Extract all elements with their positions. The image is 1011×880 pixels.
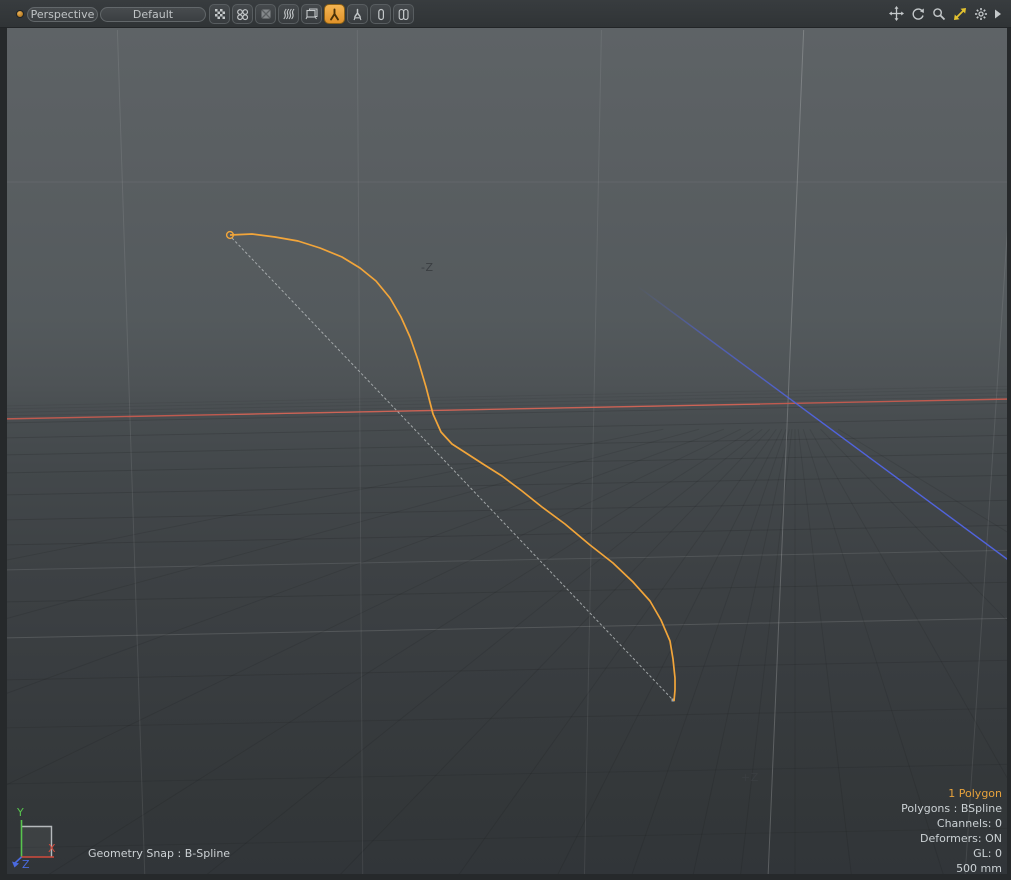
wave-lines-button[interactable]	[278, 4, 299, 24]
viewport-statistics: 1 Polygon Polygons : BSpline Channels: 0…	[901, 786, 1002, 876]
geometry-snap-status: Geometry Snap : B-Spline	[88, 847, 230, 860]
magnifier-icon	[932, 7, 946, 21]
capsule-icon	[375, 8, 387, 21]
status-polygon-type: Polygons : BSpline	[901, 801, 1002, 816]
gear-icon	[974, 7, 988, 21]
skeleton-button-active[interactable]	[324, 4, 345, 24]
settings-button[interactable]	[972, 5, 989, 22]
pan-icon	[889, 6, 904, 21]
gizmo-x-label: X	[48, 842, 56, 855]
viewport-state-dot[interactable]	[16, 10, 24, 18]
zoom-button[interactable]	[930, 5, 947, 22]
more-options-button[interactable]	[993, 5, 1003, 22]
view-mode-button[interactable]: Perspective	[27, 7, 98, 22]
nav-buttons	[888, 5, 1003, 22]
left-border	[0, 28, 7, 880]
outline-rect-icon	[305, 8, 318, 20]
status-channels: Channels: 0	[901, 816, 1002, 831]
status-gl: GL: 0	[901, 846, 1002, 861]
fit-arrows-icon	[953, 7, 967, 21]
orientation-gizmo: Y X Z	[8, 804, 70, 876]
pos-z-axis-label: +Z	[741, 771, 759, 784]
orbit-icon	[911, 7, 925, 21]
gizmo-y-label: Y	[16, 806, 24, 819]
gizmo-z-axis	[15, 857, 22, 863]
scene-drawing	[0, 0, 1011, 880]
four-spheres-icon	[236, 8, 249, 21]
draw-style-buttons	[209, 4, 414, 24]
modo-3d-viewport-window: -Z +Z Y X Z Geometry Snap : B-Spline 1 P…	[0, 0, 1011, 880]
skeleton-stand-icon	[351, 8, 364, 21]
capsule-pair-button[interactable]	[393, 4, 414, 24]
expand-arrow-icon	[994, 9, 1002, 19]
wireframe-rect-button[interactable]	[301, 4, 322, 24]
sphere-grid-button[interactable]	[232, 4, 253, 24]
orbit-button[interactable]	[909, 5, 926, 22]
gizmo-z-label: Z	[22, 858, 30, 871]
solid-fill-button[interactable]	[255, 4, 276, 24]
texture-checker-button[interactable]	[209, 4, 230, 24]
checker-icon	[214, 8, 226, 20]
status-polygon-count: 1 Polygon	[901, 786, 1002, 801]
viewport-toolbar: Perspective Default	[0, 0, 1011, 28]
neg-z-axis-label: -Z	[421, 261, 434, 274]
capsule-pair-icon	[397, 8, 410, 21]
right-border	[1007, 28, 1011, 880]
bottom-border	[0, 874, 1011, 880]
shading-preset-button[interactable]: Default	[100, 7, 206, 22]
solid-square-icon	[260, 8, 272, 20]
skeleton-stand-button[interactable]	[347, 4, 368, 24]
skeleton-icon	[328, 8, 341, 21]
fit-view-button[interactable]	[951, 5, 968, 22]
pan-button[interactable]	[888, 5, 905, 22]
capsule-button[interactable]	[370, 4, 391, 24]
waves-icon	[282, 8, 295, 20]
status-deformers: Deformers: ON	[901, 831, 1002, 846]
